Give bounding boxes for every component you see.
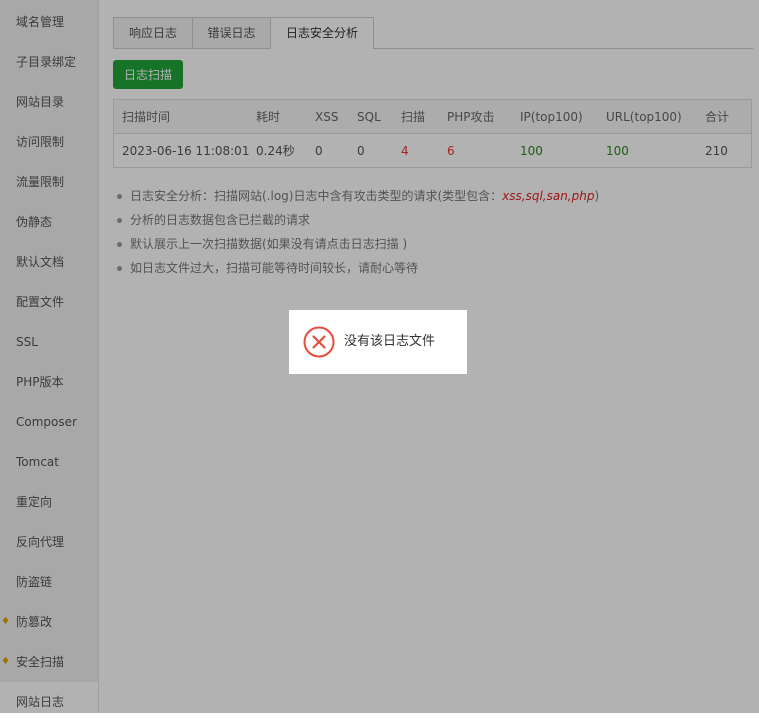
error-circle-icon <box>303 326 335 358</box>
toast-message: 没有该日志文件 <box>344 334 436 349</box>
error-toast: 没有该日志文件 <box>289 310 467 374</box>
